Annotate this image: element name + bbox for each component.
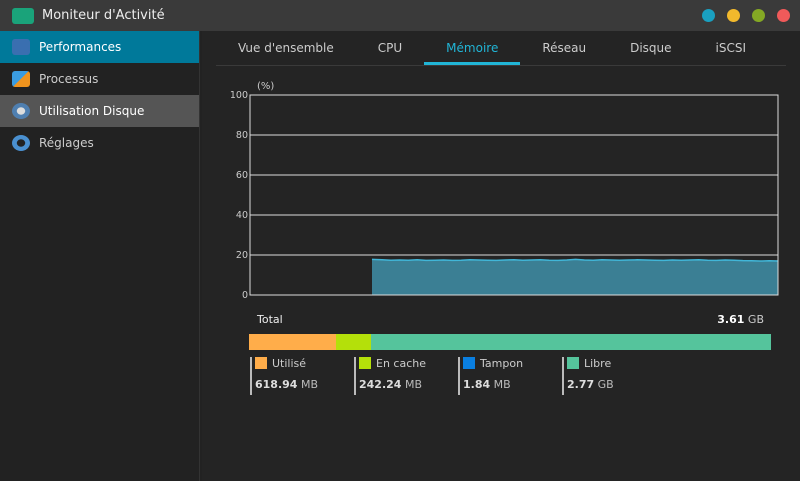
legend-label: Libre [584,357,612,370]
legend-unit: MB [493,378,511,391]
legend-number: 2.77 [567,378,595,391]
total-unit: GB [747,313,764,326]
memory-usage-bar [249,334,771,350]
memory-chart: 0 20 40 60 80 100 (%) [217,67,783,307]
legend-number: 1.84 [463,378,491,391]
legend-value: 618.94 MB [255,378,318,391]
legend-number: 618.94 [255,378,298,391]
bar-segment-3 [370,334,771,350]
legend-item: Libre 2.77 GB [562,357,614,395]
memory-area [372,259,778,295]
y-tick-label: 20 [236,250,248,261]
legend-value: 2.77 GB [567,378,614,391]
legend-label: Tampon [480,357,524,370]
legend-item: Tampon 1.84 MB [458,357,523,395]
legend-swatch [463,357,475,369]
legend-value: 242.24 MB [359,378,426,391]
y-tick-label: 60 [236,170,248,181]
bar-segment-0 [249,334,337,350]
legend-unit: MB [300,378,318,391]
legend-swatch [359,357,371,369]
legend-label: En cache [376,357,426,370]
y-tick-label: 0 [242,290,248,301]
legend-value: 1.84 MB [463,378,523,391]
legend-item: En cache 242.24 MB [354,357,426,395]
total-number: 3.61 [717,313,745,326]
legend-swatch [567,357,579,369]
legend-swatch [255,357,267,369]
total-value: 3.61 GB [717,313,764,326]
legend-unit: MB [404,378,422,391]
legend-item: Utilisé 618.94 MB [250,357,318,395]
legend-number: 242.24 [359,378,402,391]
legend-label: Utilisé [272,357,307,370]
bar-segment-1 [336,334,371,350]
y-tick-label: 100 [230,90,248,101]
legend-unit: GB [597,378,614,391]
y-axis-label: (%) [257,81,274,92]
total-label: Total [257,313,283,326]
y-tick-label: 80 [236,130,248,141]
y-tick-label: 40 [236,210,248,221]
